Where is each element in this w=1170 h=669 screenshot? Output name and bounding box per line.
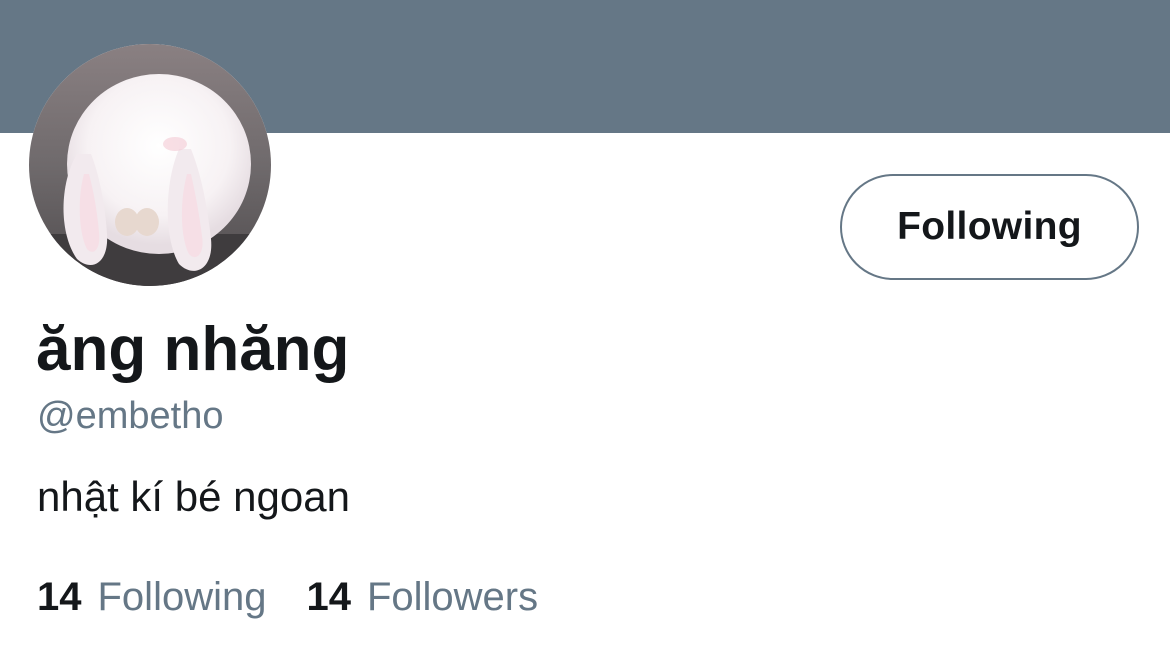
- following-count: 14: [37, 575, 82, 619]
- following-button[interactable]: Following: [840, 174, 1139, 280]
- following-label: Following: [97, 575, 267, 619]
- followers-count: 14: [306, 575, 351, 619]
- profile-avatar[interactable]: [29, 44, 271, 286]
- profile-stats: 14 Following 14 Followers: [37, 573, 538, 621]
- followers-label: Followers: [366, 575, 539, 619]
- profile-handle: @embetho: [37, 395, 224, 437]
- bunny-avatar-icon: [29, 44, 271, 286]
- profile-page: Following ăng nhăng @embetho nhật kí bé …: [0, 0, 1170, 669]
- followers-stat-link[interactable]: 14 Followers: [306, 573, 538, 621]
- profile-display-name: ăng nhăng: [36, 315, 350, 384]
- profile-bio: nhật kí bé ngoan: [37, 473, 350, 520]
- following-stat-link[interactable]: 14 Following: [37, 573, 266, 621]
